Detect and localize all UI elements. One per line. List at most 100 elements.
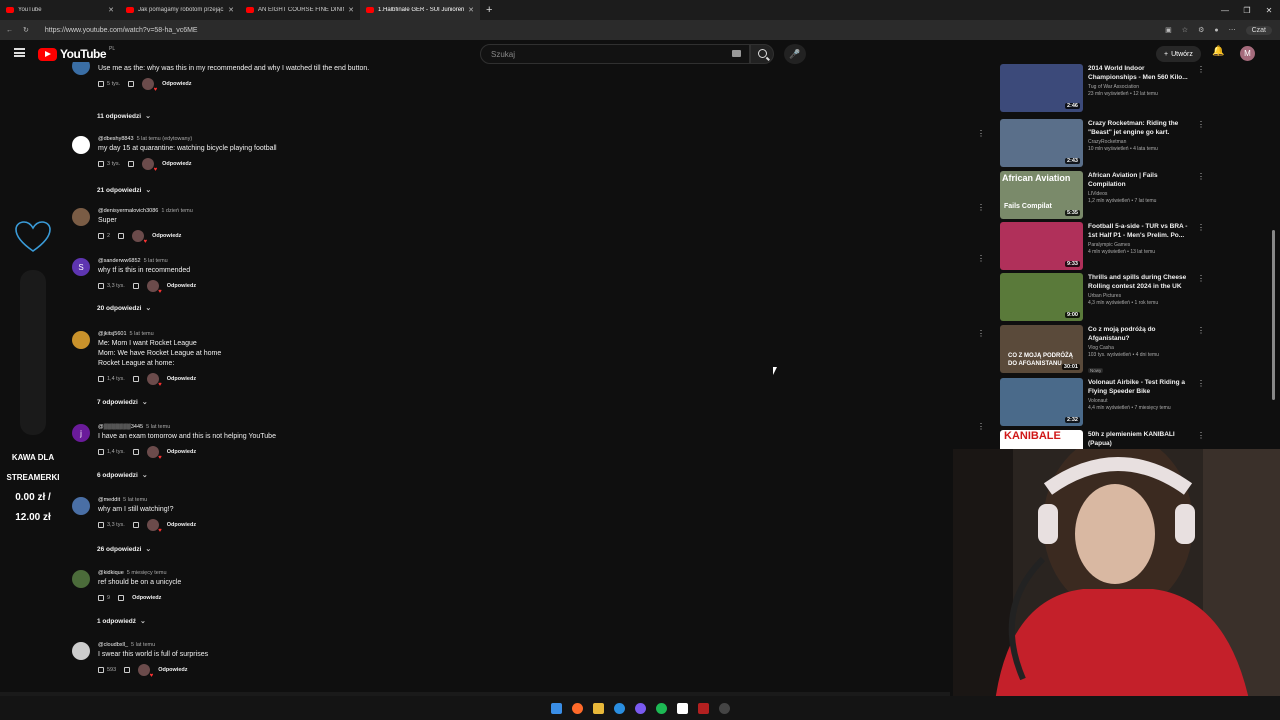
comment-time[interactable]: 5 lat temu <box>146 424 170 430</box>
video-more-icon[interactable]: ⋮ <box>1197 432 1205 440</box>
avatar[interactable] <box>72 208 90 226</box>
browser-tab-youtube[interactable]: YouTube ✕ <box>0 0 120 20</box>
youtube-logo[interactable]: YouTube PL <box>38 46 115 61</box>
url-field[interactable]: https://www.youtube.com/watch?v=58-ha_vc… <box>45 27 198 34</box>
reply-button[interactable]: Odpowiedz <box>167 522 196 528</box>
video-channel[interactable]: LIVideos <box>1088 191 1193 198</box>
comment-author[interactable]: @kidkique <box>98 570 124 576</box>
video-title[interactable]: African Aviation | Fails Compilation <box>1088 171 1193 189</box>
reply-button[interactable]: Odpowiedz <box>152 233 181 239</box>
search-button[interactable] <box>750 44 774 64</box>
comment-author[interactable]: @denisyermalovich3086 <box>98 208 158 214</box>
comment-author[interactable]: @dbeshy8843 <box>98 136 134 142</box>
chat-button[interactable]: Czat <box>1245 25 1272 35</box>
more-icon[interactable]: ⋯ <box>1229 26 1236 34</box>
replies-toggle[interactable]: 20 odpowiedzi ⌄ <box>97 304 151 313</box>
avatar[interactable] <box>72 497 90 515</box>
thumbs-down-icon[interactable] <box>132 283 139 289</box>
close-tab-icon[interactable]: ✕ <box>108 6 114 14</box>
avatar[interactable] <box>72 570 90 588</box>
video-thumbnail[interactable]: 9:33 <box>1000 222 1083 270</box>
kebab-icon[interactable]: ⋮ <box>977 129 985 138</box>
replies-toggle[interactable]: 21 odpowiedzi ⌄ <box>97 186 151 195</box>
spotify-icon[interactable] <box>655 702 667 714</box>
video-channel[interactable]: CrazyRocketman <box>1088 139 1193 146</box>
video-channel[interactable]: Vlog Casha <box>1088 345 1193 352</box>
reply-button[interactable]: Odpowiedz <box>167 376 196 382</box>
avatar[interactable] <box>72 642 90 660</box>
related-video-item[interactable]: ⋮ 9:33 Football 5-a-side - TUR vs BRA - … <box>975 222 1205 272</box>
kebab-icon[interactable]: ⋮ <box>977 203 985 212</box>
comment-time[interactable]: 1 dzień temu <box>161 208 193 214</box>
reply-button[interactable]: Odpowiedz <box>158 667 187 673</box>
replies-toggle[interactable]: 1 odpowiedź ⌄ <box>97 617 146 626</box>
hamburger-menu-icon[interactable] <box>14 48 25 57</box>
like-button[interactable]: 9 <box>98 595 110 601</box>
bookmark-star-icon[interactable]: ☆ <box>1182 26 1188 34</box>
video-more-icon[interactable]: ⋮ <box>1197 224 1205 232</box>
video-channel[interactable]: Paralympic Games <box>1088 242 1193 249</box>
close-tab-icon[interactable]: ✕ <box>348 6 354 14</box>
comment-time[interactable]: 5 miesięcy temu <box>127 570 167 576</box>
related-video-item[interactable]: ⋮ CO Z MOJĄ PODRÓŻĄ DO AFGANISTANU 30:01… <box>975 325 1205 375</box>
reload-icon[interactable]: ↻ <box>23 26 29 34</box>
reply-button[interactable]: Odpowiedz <box>167 449 196 455</box>
file-explorer-icon[interactable] <box>592 702 604 714</box>
reply-button[interactable]: Odpowiedz <box>162 81 191 87</box>
like-button[interactable]: 5 tys. <box>98 81 120 87</box>
video-title[interactable]: 50h z plemieniem KANIBALI (Papua) <box>1088 430 1193 448</box>
replies-toggle[interactable]: 6 odpowiedzi ⌄ <box>97 471 148 480</box>
thumbs-down-icon[interactable] <box>118 233 125 239</box>
comment-time[interactable]: 5 lat temu <box>131 642 155 648</box>
avatar[interactable] <box>72 331 90 349</box>
video-title[interactable]: Football 5-a-side - TUR vs BRA - 1st Hal… <box>1088 222 1193 240</box>
stream-app-icon[interactable] <box>697 702 709 714</box>
video-more-icon[interactable]: ⋮ <box>1197 121 1205 129</box>
video-thumbnail[interactable]: 9:00 <box>1000 273 1083 321</box>
comment-time[interactable]: 5 lat temu (edytowany) <box>137 136 193 142</box>
avatar[interactable] <box>72 62 90 75</box>
avatar[interactable]: S <box>72 258 90 276</box>
kebab-icon[interactable]: ⋮ <box>977 422 985 431</box>
like-button[interactable]: 1,4 tys. <box>98 449 125 455</box>
thumbs-down-icon[interactable] <box>132 522 139 528</box>
comment-author[interactable]: @sanderww6852 <box>98 258 141 264</box>
video-thumbnail[interactable]: CO Z MOJĄ PODRÓŻĄ DO AFGANISTANU 30:01 <box>1000 325 1083 373</box>
like-button[interactable]: 593 <box>98 667 116 673</box>
page-scrollbar[interactable] <box>1272 230 1275 400</box>
close-window-icon[interactable]: ✕ <box>1258 0 1280 20</box>
video-channel[interactable]: Tug of War Association <box>1088 84 1193 91</box>
video-thumbnail[interactable]: 2:43 <box>1000 119 1083 167</box>
user-avatar[interactable]: M <box>1240 46 1255 61</box>
video-more-icon[interactable]: ⋮ <box>1197 275 1205 283</box>
thumbs-down-icon[interactable] <box>132 449 139 455</box>
discord-icon[interactable] <box>634 702 646 714</box>
video-channel[interactable]: Urban Pictures <box>1088 293 1193 300</box>
related-video-item[interactable]: 2:46 2014 World Indoor Championships - M… <box>975 64 1205 114</box>
browser-app-icon[interactable] <box>571 702 583 714</box>
video-title[interactable]: Crazy Rocketman: Riding the "Beast" jet … <box>1088 119 1193 137</box>
comment-time[interactable]: 5 lat temu <box>144 258 168 264</box>
video-thumbnail[interactable]: African Aviation Fails Compilat 5:35 <box>1000 171 1083 219</box>
reply-button[interactable]: Odpowiedz <box>132 595 161 601</box>
back-icon[interactable]: ← <box>6 27 13 34</box>
new-tab-icon[interactable]: + <box>480 4 498 16</box>
thumbs-down-icon[interactable] <box>128 81 135 87</box>
video-title[interactable]: 2014 World Indoor Championships - Men 56… <box>1088 64 1193 82</box>
comment-author[interactable]: @▒▒▒▒▒▒▒3445 <box>98 424 143 430</box>
comment-author[interactable]: @jkitsj5601 <box>98 331 127 337</box>
like-button[interactable]: 3,3 tys. <box>98 522 125 528</box>
keyboard-icon[interactable] <box>732 50 741 57</box>
video-thumbnail[interactable]: 2:46 <box>1000 64 1083 112</box>
reply-button[interactable]: Odpowiedz <box>167 283 196 289</box>
like-button[interactable]: 3 tys. <box>98 161 120 167</box>
video-more-icon[interactable]: ⋮ <box>1197 66 1205 74</box>
browser-tab-fine-dining[interactable]: AN EIGHT COURSE FINE DINING M... ✕ <box>240 0 360 20</box>
replies-toggle[interactable]: 11 odpowiedzi ⌄ <box>97 112 151 121</box>
like-button[interactable]: 1,4 tys. <box>98 376 125 382</box>
video-channel[interactable]: Volonaut <box>1088 398 1193 405</box>
comment-author[interactable]: @cloudbxll_ <box>98 642 128 648</box>
browser-tab-roboty[interactable]: Jak pomagamy robotom przejąć... ✕ <box>120 0 240 20</box>
related-video-item[interactable]: ⋮ 2:43 Crazy Rocketman: Riding the "Beas… <box>975 119 1205 169</box>
related-video-item[interactable]: ⋮ African Aviation Fails Compilat 5:35 A… <box>975 171 1205 221</box>
